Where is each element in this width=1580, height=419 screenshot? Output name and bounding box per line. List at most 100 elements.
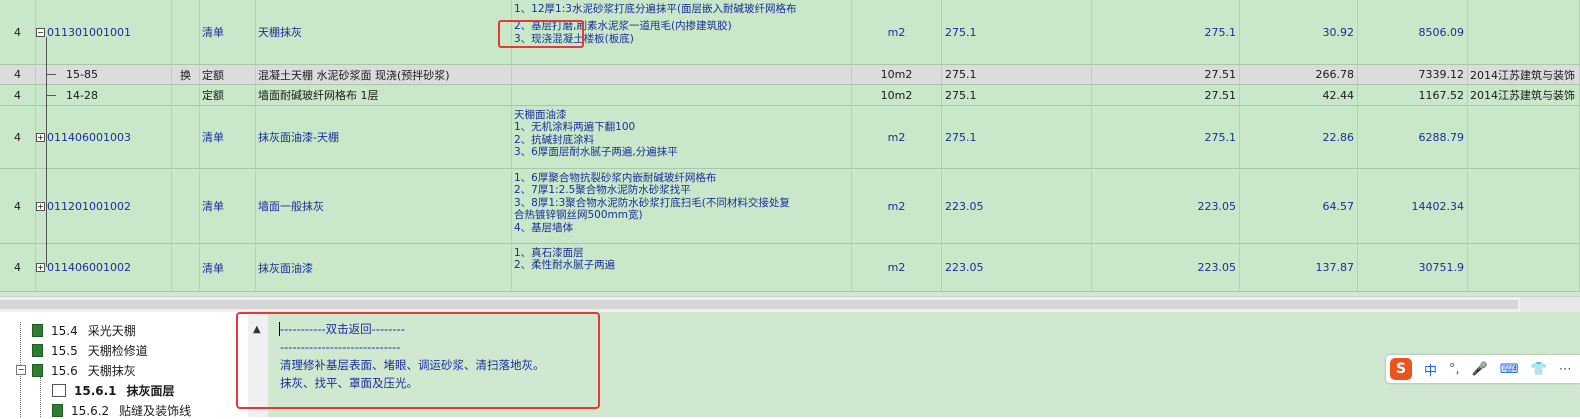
feature-line: 天棚面油漆 (514, 109, 567, 121)
quantity-expression[interactable]: 275.1 (942, 65, 1092, 84)
tree-node[interactable]: 15.4 采光天棚 (32, 322, 136, 339)
item-features[interactable] (512, 65, 852, 84)
item-name[interactable]: 天棚抹灰 (256, 0, 512, 64)
chinese-mode-toggle[interactable]: 中 (1424, 360, 1437, 379)
scrollbar-thumb[interactable] (0, 300, 1518, 309)
swap-flag (172, 85, 200, 105)
item-type: 清单 (200, 0, 256, 64)
tree-connector (46, 95, 56, 96)
book-icon (32, 344, 43, 357)
tree-node-label: 贴缝及装饰线 (119, 404, 192, 418)
item-name[interactable]: 混凝土天棚 水泥砂浆面 现浇(预拌砂浆) (256, 65, 512, 84)
expand-icon[interactable]: + (36, 132, 45, 142)
item-name[interactable]: 抹灰面油漆-天棚 (256, 106, 512, 168)
ime-toolbar[interactable]: S 中 °, 🎤 ⌨ 👕 ⋯ (1386, 355, 1580, 383)
unit: m2 (852, 169, 942, 243)
skin-icon[interactable]: 👕 (1531, 362, 1547, 377)
spec-source (1468, 0, 1580, 64)
item-code: 15-85 (36, 65, 172, 84)
more-icon[interactable]: ⋯ (1559, 362, 1572, 377)
row-number: 4 (0, 65, 36, 84)
item-name[interactable]: 墙面一般抹灰 (256, 169, 512, 243)
row-number: 4 (0, 169, 36, 243)
item-type: 定额 (200, 85, 256, 105)
quantity-expression[interactable]: 275.1 (942, 85, 1092, 105)
microphone-icon[interactable]: 🎤 (1472, 362, 1488, 377)
quantity-expression[interactable]: 275.1 (942, 0, 1092, 64)
feature-line: 合热镀锌钢丝网500mm宽) (514, 209, 643, 222)
table-row[interactable]: 4 + 011406001002 清单 抹灰面油漆 1、真石漆面层 2、柔性耐水… (0, 244, 1580, 292)
table-row[interactable]: 4 + 011406001003 清单 抹灰面油漆-天棚 天棚面油漆 1、无机涂… (0, 106, 1580, 169)
item-name[interactable]: 抹灰面油漆 (256, 244, 512, 291)
unit: 10m2 (852, 85, 942, 105)
unit: m2 (852, 244, 942, 291)
tree-node-label: 采光天棚 (87, 324, 136, 338)
table-row[interactable]: 4 + 011201001002 清单 墙面一般抹灰 1、6厚聚合物抗裂砂浆内嵌… (0, 169, 1580, 244)
quantity-grid: 4 − 011301001001 清单 天棚抹灰 1、12厚1:3水泥砂浆打底分… (0, 0, 1580, 296)
unit-price: 137.87 (1240, 244, 1358, 291)
total-price: 7339.12 (1358, 65, 1468, 84)
tree-connector (40, 377, 41, 417)
item-type: 清单 (200, 106, 256, 168)
quantity: 275.1 (1092, 106, 1240, 168)
tree-connector (46, 37, 47, 267)
tree-node-label: 天棚检修道 (87, 344, 148, 358)
item-features[interactable]: 1、6厚聚合物抗裂砂浆内嵌耐碱玻纤网格布 2、7厚1:2.5聚合物水泥防水砂浆找… (512, 169, 852, 243)
feature-line: 4、基层墙体 (514, 221, 574, 234)
table-row[interactable]: 4 14-28 定额 墙面耐碱玻纤网格布 1层 10m2 275.1 27.51… (0, 85, 1580, 106)
item-features[interactable]: 天棚面油漆 1、无机涂料两遍下翻100 2、抗碱封底涂料 3、6厚面层耐水腻子两… (512, 106, 852, 168)
feature-line: 1、6厚聚合物抗裂砂浆内嵌耐碱玻纤网格布 (514, 172, 717, 184)
table-row[interactable]: 4 15-85 换 定额 混凝土天棚 水泥砂浆面 现浇(预拌砂浆) 10m2 2… (0, 65, 1580, 85)
quantity-expression[interactable]: 223.05 (942, 244, 1092, 291)
item-type: 清单 (200, 244, 256, 291)
swap-flag (172, 169, 200, 243)
quantity-expression[interactable]: 275.1 (942, 106, 1092, 168)
item-type: 清单 (200, 169, 256, 243)
spec-source (1468, 169, 1580, 243)
swap-flag (172, 244, 200, 291)
spec-source: 2014江苏建筑与装饰 (1468, 85, 1580, 105)
swap-flag: 换 (172, 65, 200, 84)
tree-node[interactable]: 15.6.2 贴缝及装饰线 (52, 402, 191, 419)
total-price: 8506.09 (1358, 0, 1468, 64)
punctuation-icon[interactable]: °, (1449, 362, 1460, 377)
collapse-icon[interactable]: − (16, 365, 26, 375)
tree-node-label: 天棚抹灰 (87, 364, 136, 378)
unit-price: 22.86 (1240, 106, 1358, 168)
open-book-icon (52, 384, 66, 397)
feature-line: 1、真石漆面层 (514, 247, 584, 259)
item-code: 011406001003 (47, 130, 131, 144)
spec-source: 2014江苏建筑与装饰 (1468, 65, 1580, 84)
item-type: 定额 (200, 65, 256, 84)
item-name[interactable]: 墙面耐碱玻纤网格布 1层 (256, 85, 512, 105)
sogou-logo-icon[interactable]: S (1390, 358, 1412, 380)
tree-node-label: 抹灰面层 (126, 384, 175, 398)
tree-node-selected[interactable]: 15.6.1 抹灰面层 (52, 382, 175, 399)
feature-line: 1、无机涂料两遍下翻100 (514, 121, 636, 134)
item-code-cell[interactable]: − 011301001001 (36, 0, 172, 64)
expand-icon[interactable]: + (36, 263, 45, 272)
quantity-expression[interactable]: 223.05 (942, 169, 1092, 243)
unit-price: 42.44 (1240, 85, 1358, 105)
tree-node[interactable]: 15.6 天棚抹灰 (32, 362, 136, 379)
keyboard-icon[interactable]: ⌨ (1500, 362, 1519, 377)
tree-node[interactable]: 15.5 天棚检修道 (32, 342, 148, 359)
total-price: 1167.52 (1358, 85, 1468, 105)
feature-line: 3、6厚面层耐水腻子两遍,分遍抹平 (514, 146, 678, 159)
row-number: 4 (0, 0, 36, 64)
tree-node-number: 15.6 (51, 363, 78, 378)
expand-icon[interactable]: + (36, 201, 45, 211)
item-features[interactable]: 1、真石漆面层 2、柔性耐水腻子两遍 (512, 244, 852, 291)
row-number: 4 (0, 85, 36, 105)
scrollbar-corner (1520, 297, 1580, 313)
quantity: 223.05 (1092, 244, 1240, 291)
collapse-icon[interactable]: − (36, 27, 45, 37)
item-code-cell[interactable]: + 011201001002 (36, 169, 172, 243)
item-features[interactable] (512, 85, 852, 105)
table-row[interactable]: 4 − 011301001001 清单 天棚抹灰 1、12厚1:3水泥砂浆打底分… (0, 0, 1580, 65)
item-code-cell[interactable]: + 011406001003 (36, 106, 172, 168)
item-code: 011201001002 (47, 199, 131, 213)
horizontal-scrollbar[interactable] (0, 296, 1580, 313)
feature-line: 1、12厚1:3水泥砂浆打底分遍抹平(面层嵌入耐碱玻纤网格布 (514, 3, 797, 15)
item-code-cell[interactable]: + 011406001002 (36, 244, 172, 291)
